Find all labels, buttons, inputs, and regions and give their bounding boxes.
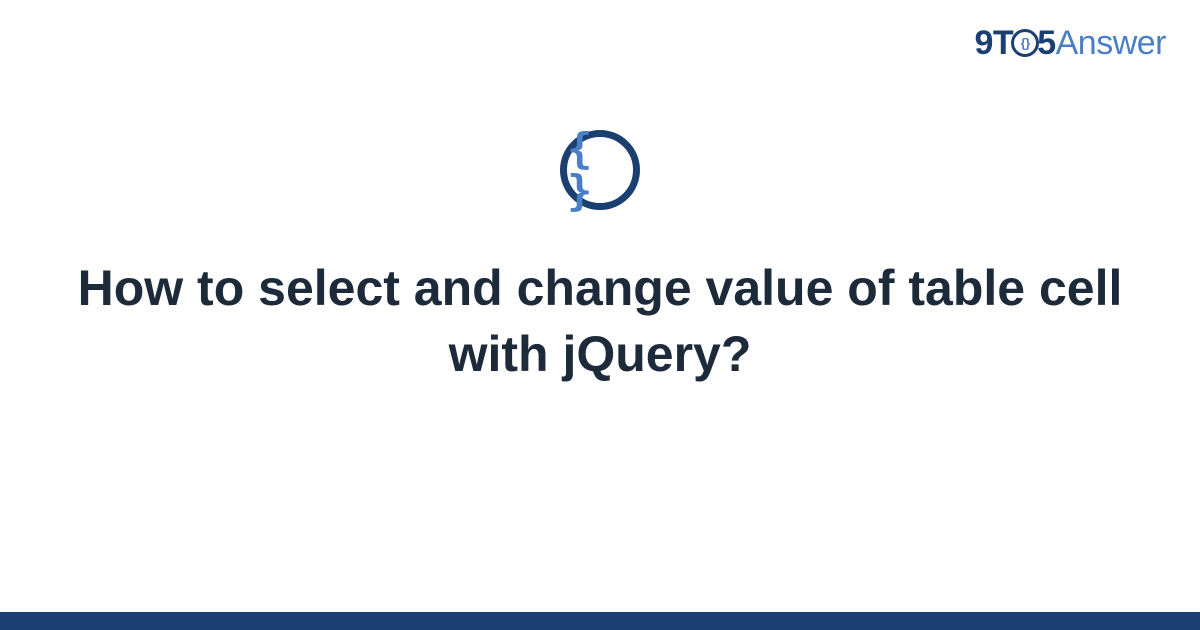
logo-middle: 5: [1037, 24, 1055, 62]
footer-bar: [0, 612, 1200, 630]
site-logo: 9T {} 5Answer: [975, 24, 1166, 63]
logo-o-icon: {}: [1011, 29, 1039, 57]
logo-suffix: Answer: [1056, 24, 1166, 62]
logo-o-inner-braces: {}: [1021, 36, 1030, 51]
braces-glyph: { }: [567, 128, 633, 212]
question-title: How to select and change value of table …: [0, 255, 1200, 387]
code-braces-icon: { }: [560, 130, 640, 210]
logo-prefix: 9T: [975, 24, 1014, 62]
